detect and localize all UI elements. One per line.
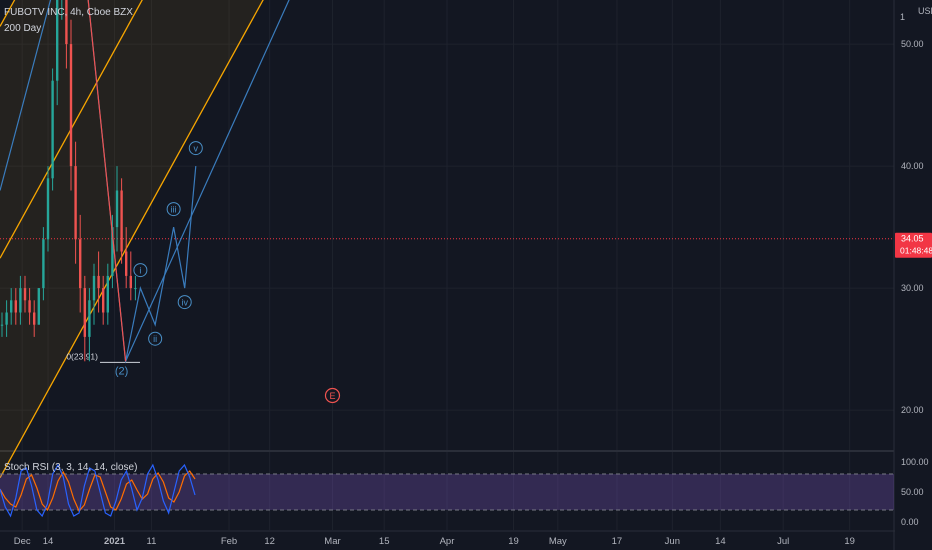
candle-body [19, 288, 22, 313]
candle-body [33, 312, 36, 325]
candle-body [97, 275, 100, 289]
price-axis-top-label: 1 [900, 12, 905, 22]
candle-body [0, 324, 4, 326]
candle-body [10, 300, 13, 313]
time-tick-label: Apr [440, 536, 455, 547]
time-tick-label: 11 [147, 536, 157, 547]
price-tick-label: 50.00 [901, 39, 924, 49]
price-unit: USD [918, 6, 932, 16]
candle-body [83, 288, 86, 337]
oscillator-label: Stoch RSI (3, 3, 14, 14, close) [4, 462, 138, 473]
time-tick-label: May [549, 536, 567, 547]
sub-wave-label: i [139, 265, 141, 275]
candle-body [106, 275, 109, 313]
earnings-label: E [329, 391, 335, 401]
stoch-band-fill [0, 474, 894, 510]
time-axis[interactable]: Dec 14 2021 11 Feb 12 Mar 15 Apr 19 May 17 Jun 14 Jul 1… [14, 536, 855, 547]
candle-body [125, 251, 128, 276]
indicator-label: 200 Day [4, 23, 42, 34]
time-tick-label: Dec [14, 536, 31, 547]
candle-body [102, 288, 105, 313]
candle-body [28, 300, 31, 313]
time-tick-label: 12 [264, 536, 275, 547]
oscillator-tick-label: 0.00 [901, 517, 919, 527]
candle-body [120, 190, 123, 252]
candle-body [37, 288, 40, 325]
candle-body [51, 80, 54, 179]
candle-body [46, 178, 50, 240]
time-tick-label: Mar [324, 536, 340, 547]
time-tick-label: Jul [777, 536, 789, 547]
symbol-title: FUBOTV INC, 4h, Cboe BZX [4, 7, 133, 18]
candle-body [14, 300, 17, 313]
sub-wave-label: iv [181, 297, 188, 307]
time-tick-label: 17 [612, 536, 623, 547]
time-tick-label: 15 [379, 536, 390, 547]
chart-canvas[interactable]: 1.618(104.96)1(74.00)0.786(63.28)0.618(5… [0, 0, 932, 550]
candle-body [5, 312, 8, 325]
fib-level-label: 0(23.91) [66, 351, 98, 361]
oscillator-tick-label: 100.00 [901, 457, 929, 467]
countdown-timer: 01:48:48 [900, 246, 932, 256]
candle-body [42, 239, 45, 289]
price-tick-label: 40.00 [901, 161, 924, 171]
candle-body [92, 275, 96, 301]
sub-wave-label: v [194, 143, 199, 153]
price-tick-label: 30.00 [901, 283, 924, 293]
candle-body [115, 190, 119, 228]
price-axis-bg [895, 0, 932, 550]
time-tick-label: Jun [665, 536, 680, 547]
candle-body [134, 288, 137, 290]
sub-wave-label: iii [171, 204, 177, 214]
sub-wave-label: ii [153, 334, 157, 344]
candle-body [88, 300, 91, 337]
oscillator-tick-label: 50.00 [901, 487, 924, 497]
price-tick-label: 20.00 [901, 405, 924, 415]
primary-wave-label: (2) [115, 365, 128, 377]
candle-body [23, 288, 27, 301]
time-tick-label: 2021 [104, 536, 126, 547]
candle-body [74, 166, 77, 240]
last-price-value: 34.05 [901, 234, 924, 244]
time-tick-label: 14 [43, 536, 54, 547]
candle-body [79, 239, 82, 289]
candle-body [69, 44, 73, 167]
time-tick-label: 14 [715, 536, 726, 547]
time-tick-label: 19 [508, 536, 519, 547]
earnings-marker[interactable]: E [324, 387, 341, 404]
candle-body [129, 275, 132, 289]
time-tick-label: 19 [844, 536, 855, 547]
price-axis[interactable]: USD1130.00120.00110.00100.0090.0080.0070… [895, 0, 932, 550]
time-tick-label: Feb [221, 536, 237, 547]
